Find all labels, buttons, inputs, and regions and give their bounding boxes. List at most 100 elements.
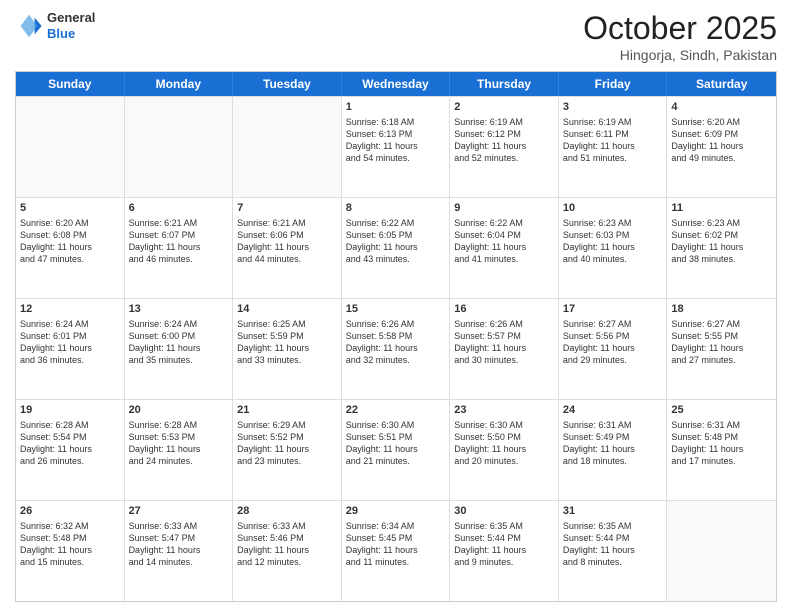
- day-info: Sunrise: 6:32 AM Sunset: 5:48 PM Dayligh…: [20, 520, 120, 569]
- day-info: Sunrise: 6:20 AM Sunset: 6:08 PM Dayligh…: [20, 217, 120, 266]
- day-info: Sunrise: 6:22 AM Sunset: 6:05 PM Dayligh…: [346, 217, 446, 266]
- calendar-cell: 2Sunrise: 6:19 AM Sunset: 6:12 PM Daylig…: [450, 97, 559, 197]
- day-number: 20: [129, 403, 229, 418]
- calendar-row: 1Sunrise: 6:18 AM Sunset: 6:13 PM Daylig…: [16, 96, 776, 197]
- calendar-cell: 17Sunrise: 6:27 AM Sunset: 5:56 PM Dayli…: [559, 299, 668, 399]
- day-info: Sunrise: 6:23 AM Sunset: 6:03 PM Dayligh…: [563, 217, 663, 266]
- calendar-cell: 18Sunrise: 6:27 AM Sunset: 5:55 PM Dayli…: [667, 299, 776, 399]
- day-info: Sunrise: 6:33 AM Sunset: 5:47 PM Dayligh…: [129, 520, 229, 569]
- day-info: Sunrise: 6:34 AM Sunset: 5:45 PM Dayligh…: [346, 520, 446, 569]
- day-info: Sunrise: 6:35 AM Sunset: 5:44 PM Dayligh…: [563, 520, 663, 569]
- day-number: 28: [237, 504, 337, 519]
- calendar-cell: 19Sunrise: 6:28 AM Sunset: 5:54 PM Dayli…: [16, 400, 125, 500]
- calendar-cell: 27Sunrise: 6:33 AM Sunset: 5:47 PM Dayli…: [125, 501, 234, 601]
- day-number: 29: [346, 504, 446, 519]
- day-info: Sunrise: 6:19 AM Sunset: 6:11 PM Dayligh…: [563, 116, 663, 165]
- location: Hingorja, Sindh, Pakistan: [583, 47, 777, 63]
- day-number: 21: [237, 403, 337, 418]
- calendar: SundayMondayTuesdayWednesdayThursdayFrid…: [15, 71, 777, 602]
- calendar-cell: 4Sunrise: 6:20 AM Sunset: 6:09 PM Daylig…: [667, 97, 776, 197]
- weekday-header: Wednesday: [342, 72, 451, 96]
- calendar-cell: 9Sunrise: 6:22 AM Sunset: 6:04 PM Daylig…: [450, 198, 559, 298]
- day-number: 24: [563, 403, 663, 418]
- day-info: Sunrise: 6:22 AM Sunset: 6:04 PM Dayligh…: [454, 217, 554, 266]
- day-number: 3: [563, 100, 663, 115]
- day-number: 9: [454, 201, 554, 216]
- day-number: 16: [454, 302, 554, 317]
- day-number: 19: [20, 403, 120, 418]
- day-number: 5: [20, 201, 120, 216]
- day-number: 1: [346, 100, 446, 115]
- calendar-cell: 22Sunrise: 6:30 AM Sunset: 5:51 PM Dayli…: [342, 400, 451, 500]
- weekday-header: Monday: [125, 72, 234, 96]
- calendar-cell: [667, 501, 776, 601]
- calendar-cell: 5Sunrise: 6:20 AM Sunset: 6:08 PM Daylig…: [16, 198, 125, 298]
- calendar-cell: 15Sunrise: 6:26 AM Sunset: 5:58 PM Dayli…: [342, 299, 451, 399]
- day-info: Sunrise: 6:30 AM Sunset: 5:51 PM Dayligh…: [346, 419, 446, 468]
- calendar-body: 1Sunrise: 6:18 AM Sunset: 6:13 PM Daylig…: [16, 96, 776, 601]
- day-info: Sunrise: 6:26 AM Sunset: 5:58 PM Dayligh…: [346, 318, 446, 367]
- day-number: 31: [563, 504, 663, 519]
- calendar-cell: 29Sunrise: 6:34 AM Sunset: 5:45 PM Dayli…: [342, 501, 451, 601]
- day-info: Sunrise: 6:21 AM Sunset: 6:06 PM Dayligh…: [237, 217, 337, 266]
- calendar-cell: 20Sunrise: 6:28 AM Sunset: 5:53 PM Dayli…: [125, 400, 234, 500]
- logo-blue: Blue: [47, 26, 95, 42]
- day-info: Sunrise: 6:26 AM Sunset: 5:57 PM Dayligh…: [454, 318, 554, 367]
- calendar-cell: [125, 97, 234, 197]
- day-info: Sunrise: 6:27 AM Sunset: 5:56 PM Dayligh…: [563, 318, 663, 367]
- day-number: 25: [671, 403, 772, 418]
- day-info: Sunrise: 6:30 AM Sunset: 5:50 PM Dayligh…: [454, 419, 554, 468]
- day-info: Sunrise: 6:31 AM Sunset: 5:49 PM Dayligh…: [563, 419, 663, 468]
- calendar-cell: 30Sunrise: 6:35 AM Sunset: 5:44 PM Dayli…: [450, 501, 559, 601]
- calendar-cell: 13Sunrise: 6:24 AM Sunset: 6:00 PM Dayli…: [125, 299, 234, 399]
- weekday-header: Saturday: [667, 72, 776, 96]
- calendar-cell: 31Sunrise: 6:35 AM Sunset: 5:44 PM Dayli…: [559, 501, 668, 601]
- day-number: 17: [563, 302, 663, 317]
- calendar-row: 19Sunrise: 6:28 AM Sunset: 5:54 PM Dayli…: [16, 399, 776, 500]
- weekday-header: Sunday: [16, 72, 125, 96]
- calendar-cell: [233, 97, 342, 197]
- day-info: Sunrise: 6:23 AM Sunset: 6:02 PM Dayligh…: [671, 217, 772, 266]
- calendar-row: 12Sunrise: 6:24 AM Sunset: 6:01 PM Dayli…: [16, 298, 776, 399]
- day-info: Sunrise: 6:33 AM Sunset: 5:46 PM Dayligh…: [237, 520, 337, 569]
- day-info: Sunrise: 6:28 AM Sunset: 5:54 PM Dayligh…: [20, 419, 120, 468]
- calendar-header: SundayMondayTuesdayWednesdayThursdayFrid…: [16, 72, 776, 96]
- day-info: Sunrise: 6:21 AM Sunset: 6:07 PM Dayligh…: [129, 217, 229, 266]
- day-info: Sunrise: 6:35 AM Sunset: 5:44 PM Dayligh…: [454, 520, 554, 569]
- calendar-row: 26Sunrise: 6:32 AM Sunset: 5:48 PM Dayli…: [16, 500, 776, 601]
- calendar-cell: 8Sunrise: 6:22 AM Sunset: 6:05 PM Daylig…: [342, 198, 451, 298]
- day-info: Sunrise: 6:25 AM Sunset: 5:59 PM Dayligh…: [237, 318, 337, 367]
- day-number: 6: [129, 201, 229, 216]
- calendar-cell: 12Sunrise: 6:24 AM Sunset: 6:01 PM Dayli…: [16, 299, 125, 399]
- calendar-cell: 23Sunrise: 6:30 AM Sunset: 5:50 PM Dayli…: [450, 400, 559, 500]
- day-number: 14: [237, 302, 337, 317]
- calendar-cell: 14Sunrise: 6:25 AM Sunset: 5:59 PM Dayli…: [233, 299, 342, 399]
- logo-text: General Blue: [47, 10, 95, 41]
- day-number: 8: [346, 201, 446, 216]
- calendar-cell: 6Sunrise: 6:21 AM Sunset: 6:07 PM Daylig…: [125, 198, 234, 298]
- day-info: Sunrise: 6:24 AM Sunset: 6:01 PM Dayligh…: [20, 318, 120, 367]
- weekday-header: Friday: [559, 72, 668, 96]
- logo-icon: [15, 12, 43, 40]
- calendar-cell: [16, 97, 125, 197]
- day-info: Sunrise: 6:31 AM Sunset: 5:48 PM Dayligh…: [671, 419, 772, 468]
- day-info: Sunrise: 6:29 AM Sunset: 5:52 PM Dayligh…: [237, 419, 337, 468]
- calendar-cell: 24Sunrise: 6:31 AM Sunset: 5:49 PM Dayli…: [559, 400, 668, 500]
- calendar-cell: 11Sunrise: 6:23 AM Sunset: 6:02 PM Dayli…: [667, 198, 776, 298]
- day-number: 10: [563, 201, 663, 216]
- calendar-cell: 26Sunrise: 6:32 AM Sunset: 5:48 PM Dayli…: [16, 501, 125, 601]
- calendar-cell: 28Sunrise: 6:33 AM Sunset: 5:46 PM Dayli…: [233, 501, 342, 601]
- day-info: Sunrise: 6:24 AM Sunset: 6:00 PM Dayligh…: [129, 318, 229, 367]
- weekday-header: Tuesday: [233, 72, 342, 96]
- day-number: 12: [20, 302, 120, 317]
- day-number: 27: [129, 504, 229, 519]
- title-block: October 2025 Hingorja, Sindh, Pakistan: [583, 10, 777, 63]
- logo: General Blue: [15, 10, 95, 41]
- day-number: 2: [454, 100, 554, 115]
- calendar-cell: 21Sunrise: 6:29 AM Sunset: 5:52 PM Dayli…: [233, 400, 342, 500]
- day-info: Sunrise: 6:18 AM Sunset: 6:13 PM Dayligh…: [346, 116, 446, 165]
- day-number: 11: [671, 201, 772, 216]
- day-number: 13: [129, 302, 229, 317]
- day-number: 15: [346, 302, 446, 317]
- day-info: Sunrise: 6:27 AM Sunset: 5:55 PM Dayligh…: [671, 318, 772, 367]
